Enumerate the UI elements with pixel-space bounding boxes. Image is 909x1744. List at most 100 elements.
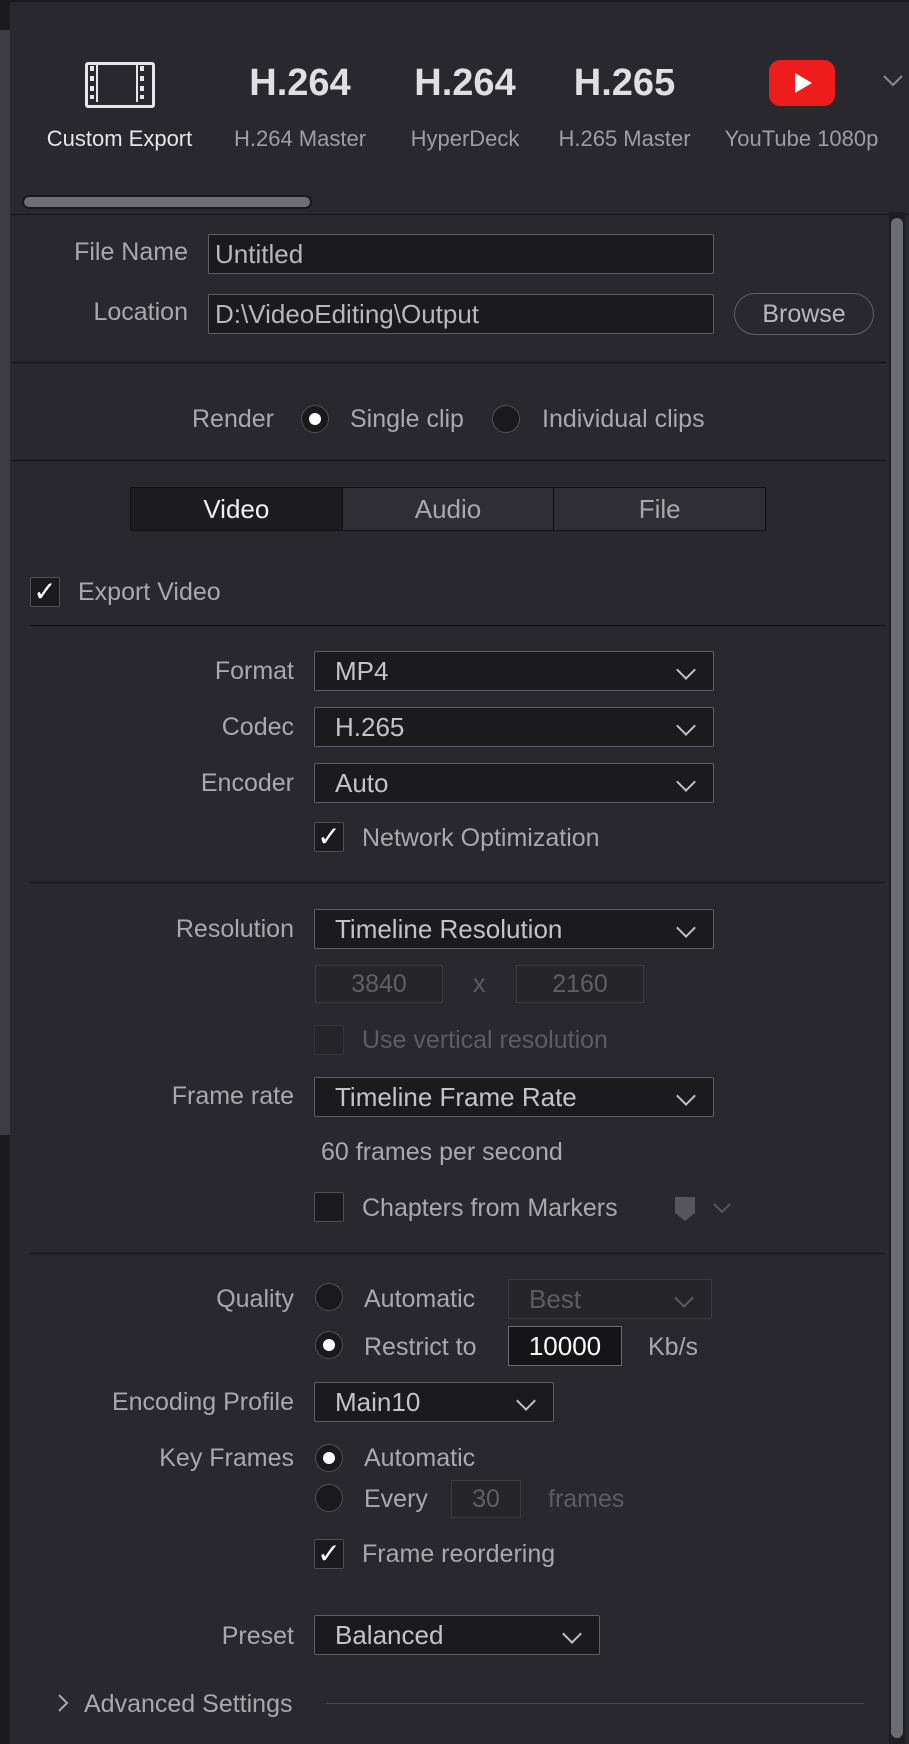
preset-value: Balanced [335, 1620, 444, 1650]
bitrate-unit-label: Kb/s [648, 1333, 699, 1361]
youtube-icon [768, 60, 835, 106]
vertical-scrollbar-thumb[interactable] [891, 218, 903, 1738]
network-optimization-checkbox[interactable]: ✓ [314, 822, 344, 852]
format-select[interactable]: MP4 [314, 651, 714, 691]
encoder-value: Auto [335, 768, 389, 798]
horizontal-scrollbar[interactable] [22, 195, 312, 209]
divider [30, 625, 885, 626]
chevron-down-icon[interactable] [882, 74, 904, 93]
settings-tabs: Video Audio File [130, 487, 766, 531]
key-frames-unit-label: frames [548, 1485, 625, 1513]
key-frames-label: Key Frames [159, 1444, 294, 1472]
preset-label: YouTube 1080p [724, 126, 879, 151]
restrict-to-radio[interactable] [315, 1331, 343, 1359]
tab-video[interactable]: Video [131, 488, 343, 530]
preset-select[interactable]: Balanced [314, 1615, 600, 1655]
divider [30, 1253, 885, 1254]
file-name-input[interactable]: Untitled [208, 234, 714, 274]
divider [12, 460, 887, 461]
chevron-down-icon [676, 772, 696, 792]
network-optimization-label: Network Optimization [362, 824, 600, 852]
render-label: Render [192, 405, 274, 433]
format-value: MP4 [335, 656, 389, 686]
encoder-select[interactable]: Auto [314, 763, 714, 803]
file-name-label: File Name [74, 238, 188, 266]
quality-best-value: Best [529, 1284, 582, 1314]
quality-automatic-label: Automatic [364, 1285, 476, 1313]
tab-audio[interactable]: Audio [342, 488, 555, 530]
preset-custom-export[interactable]: Custom Export [32, 52, 207, 152]
frame-rate-value: Timeline Frame Rate [335, 1082, 577, 1112]
tab-file[interactable]: File [554, 488, 766, 530]
individual-clips-radio[interactable] [492, 405, 520, 433]
key-frames-every-input[interactable]: 30 [451, 1480, 521, 1518]
frame-reordering-checkbox[interactable]: ✓ [314, 1539, 344, 1569]
preset-youtube-1080p[interactable]: YouTube 1080p [714, 52, 889, 152]
vertical-resolution-label: Use vertical resolution [362, 1026, 608, 1054]
quality-automatic-radio[interactable] [315, 1283, 343, 1311]
resolution-x-separator: x [473, 970, 486, 998]
location-label: Location [93, 298, 188, 326]
vertical-resolution-checkbox[interactable] [314, 1025, 344, 1055]
format-label: Format [214, 657, 294, 685]
divider [12, 362, 887, 363]
key-frames-every-radio[interactable] [315, 1484, 343, 1512]
resolution-select[interactable]: Timeline Resolution [314, 909, 714, 949]
encoding-profile-select[interactable]: Main10 [314, 1382, 554, 1422]
chapters-from-markers-checkbox[interactable] [314, 1192, 344, 1222]
resolution-width-input[interactable]: 3840 [315, 965, 443, 1003]
browse-button[interactable]: Browse [734, 293, 874, 335]
preset-h264-master[interactable]: H.264 H.264 Master [215, 52, 385, 152]
fps-text: 60 frames per second [321, 1138, 563, 1166]
left-edge-strip [0, 0, 10, 1744]
advanced-settings-toggle[interactable]: Advanced Settings [84, 1690, 292, 1719]
single-clip-radio[interactable] [301, 405, 329, 433]
divider [326, 1703, 864, 1704]
frame-rate-label: Frame rate [171, 1082, 294, 1110]
codec-label: Codec [221, 713, 294, 741]
preset-label: H.265 Master [558, 126, 691, 151]
export-video-label: Export Video [78, 578, 221, 606]
preset-label: HyperDeck [410, 126, 520, 151]
chevron-down-icon [516, 1391, 536, 1411]
h264-badge: H.264 [414, 62, 516, 104]
render-presets-bar: Custom Export H.264 H.264 Master H.264 H… [10, 0, 909, 215]
preset-label: Preset [221, 1622, 294, 1650]
chevron-down-icon [674, 1288, 694, 1308]
key-frames-automatic-label: Automatic [364, 1444, 476, 1472]
encoder-label: Encoder [200, 769, 294, 797]
resolution-height-input[interactable]: 2160 [516, 965, 644, 1003]
export-video-checkbox[interactable]: ✓ [30, 577, 60, 607]
encoding-profile-label: Encoding Profile [111, 1388, 294, 1416]
key-frames-every-label: Every [364, 1485, 428, 1513]
chevron-down-icon [676, 918, 696, 938]
frame-reordering-label: Frame reordering [362, 1540, 556, 1568]
chevron-down-icon [676, 716, 696, 736]
key-frames-automatic-radio[interactable] [315, 1444, 343, 1472]
encoding-profile-value: Main10 [335, 1387, 421, 1417]
restrict-to-label: Restrict to [364, 1333, 477, 1361]
resolution-label: Resolution [175, 915, 294, 943]
chevron-down-icon[interactable] [712, 1201, 732, 1219]
location-input[interactable]: D:\VideoEditing\Output [208, 294, 714, 334]
chevron-right-icon[interactable] [56, 1693, 70, 1718]
preset-h265-master[interactable]: H.265 H.265 Master [542, 52, 707, 152]
preset-label: H.264 Master [233, 126, 367, 151]
individual-clips-label: Individual clips [542, 405, 705, 433]
frame-rate-select[interactable]: Timeline Frame Rate [314, 1077, 714, 1117]
chapters-from-markers-label: Chapters from Markers [362, 1194, 618, 1222]
preset-label: Custom Export [46, 126, 193, 151]
chevron-down-icon [676, 660, 696, 680]
divider [30, 882, 885, 883]
chevron-down-icon [676, 1086, 696, 1106]
bitrate-input[interactable]: 10000 [508, 1326, 622, 1366]
preset-hyperdeck[interactable]: H.264 HyperDeck [390, 52, 540, 152]
marker-icon[interactable] [674, 1196, 696, 1227]
resolution-value: Timeline Resolution [335, 914, 563, 944]
chevron-down-icon [562, 1624, 582, 1644]
quality-label: Quality [216, 1285, 294, 1313]
film-strip-icon [84, 62, 155, 108]
quality-best-select[interactable]: Best [508, 1279, 712, 1319]
codec-value: H.265 [335, 712, 405, 742]
codec-select[interactable]: H.265 [314, 707, 714, 747]
